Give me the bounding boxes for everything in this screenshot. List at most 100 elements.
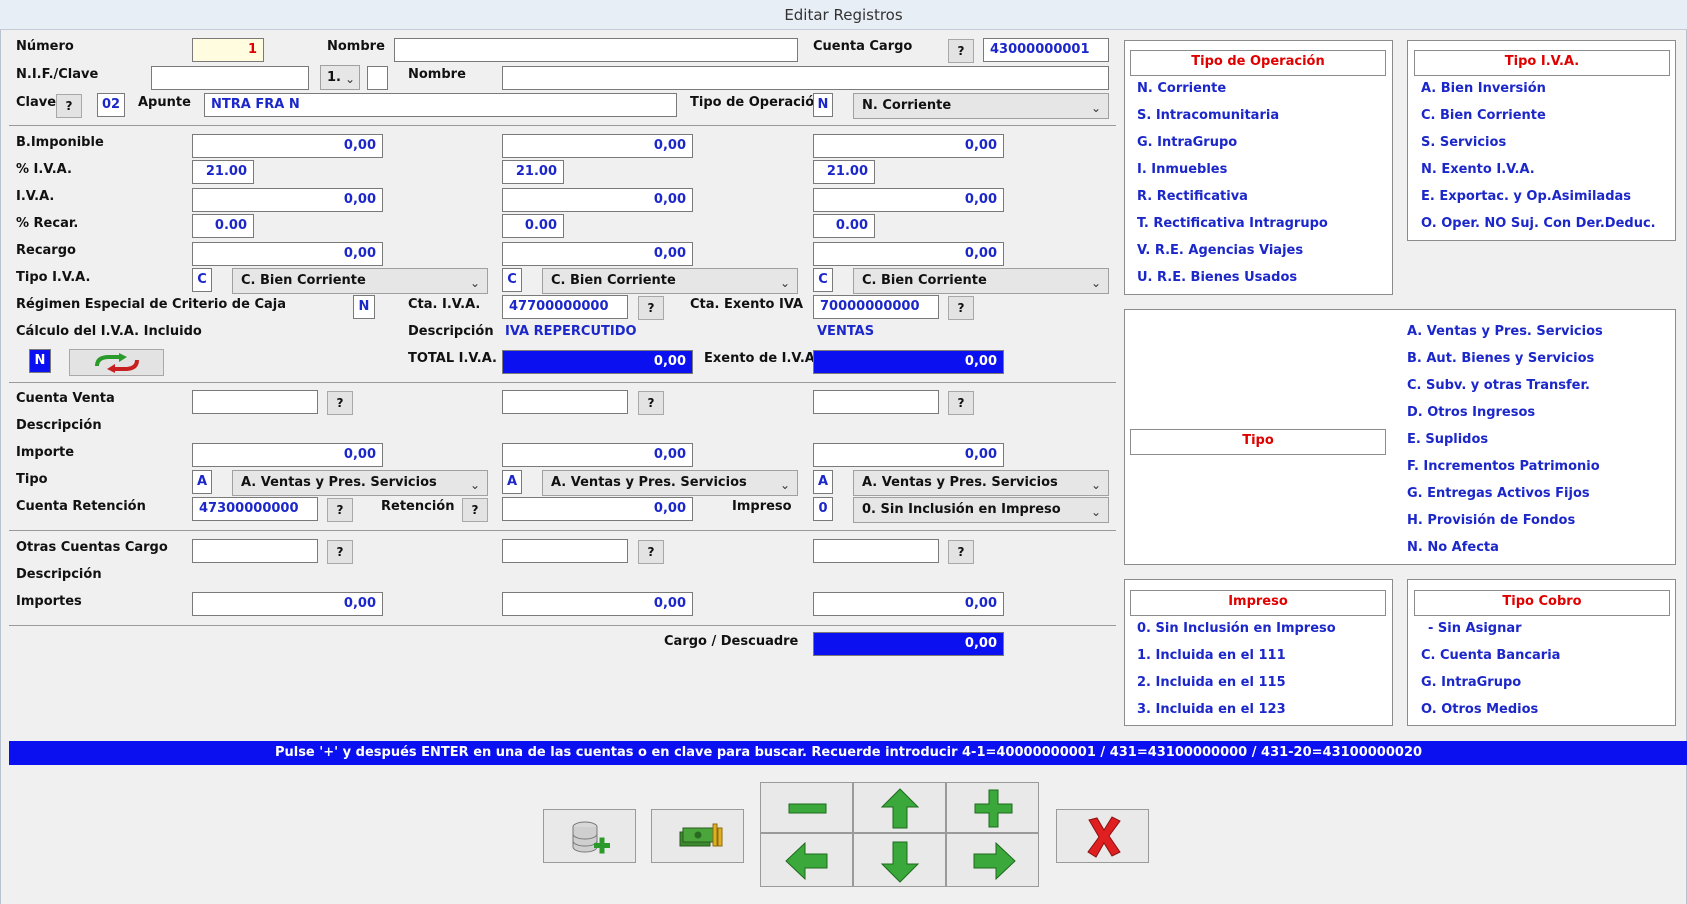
tipo-operacion-code[interactable]: N <box>813 93 833 117</box>
list-item[interactable]: 2. Incluida en el 115 <box>1137 673 1286 693</box>
list-item[interactable]: C. Subv. y otras Transfer. <box>1407 376 1590 396</box>
list-item[interactable]: A. Ventas y Pres. Servicios <box>1407 322 1603 342</box>
impreso-select[interactable]: 0. Sin Inclusión en Impreso ⌄ <box>853 497 1109 523</box>
tipo-iva-select-2[interactable]: C. Bien Corriente ⌄ <box>542 268 798 294</box>
cuenta-venta-lookup-button-3[interactable]: ? <box>948 391 974 415</box>
list-item[interactable]: B. Aut. Bienes y Servicios <box>1407 349 1594 369</box>
list-item[interactable]: G. IntraGrupo <box>1137 133 1237 153</box>
tipo-code-2[interactable]: A <box>502 470 522 494</box>
importe-field-2[interactable]: 0,00 <box>502 443 693 467</box>
recargo-field-2[interactable]: 0,00 <box>502 242 693 266</box>
list-item[interactable]: N. Exento I.V.A. <box>1421 160 1535 180</box>
apunte-field[interactable]: NTRA FRA N <box>204 93 677 117</box>
retencion-lookup-button[interactable]: ? <box>462 498 488 522</box>
iva-field-1[interactable]: 0,00 <box>192 188 383 212</box>
cuenta-venta-lookup-button-1[interactable]: ? <box>327 391 353 415</box>
remove-button[interactable] <box>760 782 853 833</box>
list-item[interactable]: E. Exportac. y Op.Asimiladas <box>1421 187 1631 207</box>
otras-cuenta-field-1[interactable] <box>192 539 318 563</box>
list-item[interactable]: - Sin Asignar <box>1428 619 1522 639</box>
tipo-select-3[interactable]: A. Ventas y Pres. Servicios ⌄ <box>853 470 1109 496</box>
nif-checkbox[interactable] <box>367 66 388 90</box>
list-item[interactable]: U. R.E. Bienes Usados <box>1137 268 1297 288</box>
list-item[interactable]: O. Otros Medios <box>1421 700 1538 720</box>
pct-iva-field-3[interactable]: 21.00 <box>813 160 875 184</box>
list-item[interactable]: 1. Incluida en el 111 <box>1137 646 1286 666</box>
cuenta-venta-field-2[interactable] <box>502 390 628 414</box>
clave-field[interactable]: 02 <box>97 93 125 117</box>
recargo-field-3[interactable]: 0,00 <box>813 242 1004 266</box>
pct-iva-field-1[interactable]: 21.00 <box>192 160 254 184</box>
cuenta-cargo-field[interactable]: 43000000001 <box>983 38 1109 62</box>
base-imponible-field-3[interactable]: 0,00 <box>813 134 1004 158</box>
calculo-code[interactable]: N <box>29 349 51 373</box>
nombre-field[interactable] <box>394 38 798 62</box>
list-item[interactable]: F. Incrementos Patrimonio <box>1407 457 1600 477</box>
retencion-field[interactable]: 0,00 <box>502 497 693 521</box>
tipo-select-2[interactable]: A. Ventas y Pres. Servicios ⌄ <box>542 470 798 496</box>
list-item[interactable]: G. Entregas Activos Fijos <box>1407 484 1590 504</box>
cuenta-retencion-lookup-button[interactable]: ? <box>327 498 353 522</box>
tipo-iva-select-1[interactable]: C. Bien Corriente ⌄ <box>232 268 488 294</box>
numero-field[interactable]: 1 <box>192 38 264 62</box>
tipo-code-3[interactable]: A <box>813 470 833 494</box>
otras-cuenta-lookup-button-2[interactable]: ? <box>638 540 664 564</box>
recargo-field-1[interactable]: 0,00 <box>192 242 383 266</box>
clave-lookup-button[interactable]: ? <box>56 94 82 118</box>
nif-field[interactable] <box>151 66 309 90</box>
cuenta-cargo-lookup-button[interactable]: ? <box>948 39 974 63</box>
otras-cuenta-field-3[interactable] <box>813 539 939 563</box>
cuenta-venta-field-1[interactable] <box>192 390 318 414</box>
list-item[interactable]: 0. Sin Inclusión en Impreso <box>1137 619 1336 639</box>
otras-cuenta-lookup-button-3[interactable]: ? <box>948 540 974 564</box>
add-record-button[interactable] <box>543 809 636 863</box>
payment-button[interactable] <box>651 809 744 863</box>
importe-field-3[interactable]: 0,00 <box>813 443 1004 467</box>
list-item[interactable]: O. Oper. NO Suj. Con Der.Deduc. <box>1421 214 1656 234</box>
pct-recar-field-2[interactable]: 0.00 <box>502 214 564 238</box>
close-button[interactable] <box>1056 809 1149 863</box>
regimen-code[interactable]: N <box>353 295 375 319</box>
otras-importe-field-1[interactable]: 0,00 <box>192 592 383 616</box>
move-right-button[interactable] <box>946 833 1039 887</box>
importe-field-1[interactable]: 0,00 <box>192 443 383 467</box>
tipo-code-1[interactable]: A <box>192 470 212 494</box>
list-item[interactable]: V. R.E. Agencias Viajes <box>1137 241 1303 261</box>
list-item[interactable]: T. Rectificativa Intragrupo <box>1137 214 1328 234</box>
base-imponible-field-1[interactable]: 0,00 <box>192 134 383 158</box>
list-item[interactable]: I. Inmuebles <box>1137 160 1227 180</box>
impreso-code[interactable]: 0 <box>813 497 833 521</box>
pct-iva-field-2[interactable]: 21.00 <box>502 160 564 184</box>
list-item[interactable]: R. Rectificativa <box>1137 187 1248 207</box>
list-item[interactable]: C. Bien Corriente <box>1421 106 1546 126</box>
add-button[interactable] <box>946 782 1039 833</box>
pct-recar-field-1[interactable]: 0.00 <box>192 214 254 238</box>
otras-cuenta-lookup-button-1[interactable]: ? <box>327 540 353 564</box>
list-item[interactable]: C. Cuenta Bancaria <box>1421 646 1560 666</box>
iva-field-2[interactable]: 0,00 <box>502 188 693 212</box>
nombre2-field[interactable] <box>502 66 1109 90</box>
otras-importe-field-3[interactable]: 0,00 <box>813 592 1004 616</box>
cuenta-venta-field-3[interactable] <box>813 390 939 414</box>
iva-field-3[interactable]: 0,00 <box>813 188 1004 212</box>
list-item[interactable]: N. Corriente <box>1137 79 1226 99</box>
otras-cuenta-field-2[interactable] <box>502 539 628 563</box>
tipo-select-1[interactable]: A. Ventas y Pres. Servicios ⌄ <box>232 470 488 496</box>
list-item[interactable]: H. Provisión de Fondos <box>1407 511 1575 531</box>
list-item[interactable]: D. Otros Ingresos <box>1407 403 1535 423</box>
move-up-button[interactable] <box>853 782 946 833</box>
list-item[interactable]: G. IntraGrupo <box>1421 673 1521 693</box>
list-item[interactable]: S. Intracomunitaria <box>1137 106 1279 126</box>
cta-exento-lookup-button[interactable]: ? <box>948 296 974 320</box>
cta-exento-field[interactable]: 70000000000 <box>813 295 939 319</box>
move-left-button[interactable] <box>760 833 853 887</box>
recalculate-button[interactable] <box>69 349 164 376</box>
base-imponible-field-2[interactable]: 0,00 <box>502 134 693 158</box>
tipo-operacion-select[interactable]: N. Corriente ⌄ <box>853 93 1109 119</box>
cta-iva-field[interactable]: 47700000000 <box>502 295 628 319</box>
list-item[interactable]: A. Bien Inversión <box>1421 79 1546 99</box>
otras-importe-field-2[interactable]: 0,00 <box>502 592 693 616</box>
list-item[interactable]: S. Servicios <box>1421 133 1506 153</box>
tipo-iva-select-3[interactable]: C. Bien Corriente ⌄ <box>853 268 1109 294</box>
tipo-iva-code-2[interactable]: C <box>502 268 522 292</box>
